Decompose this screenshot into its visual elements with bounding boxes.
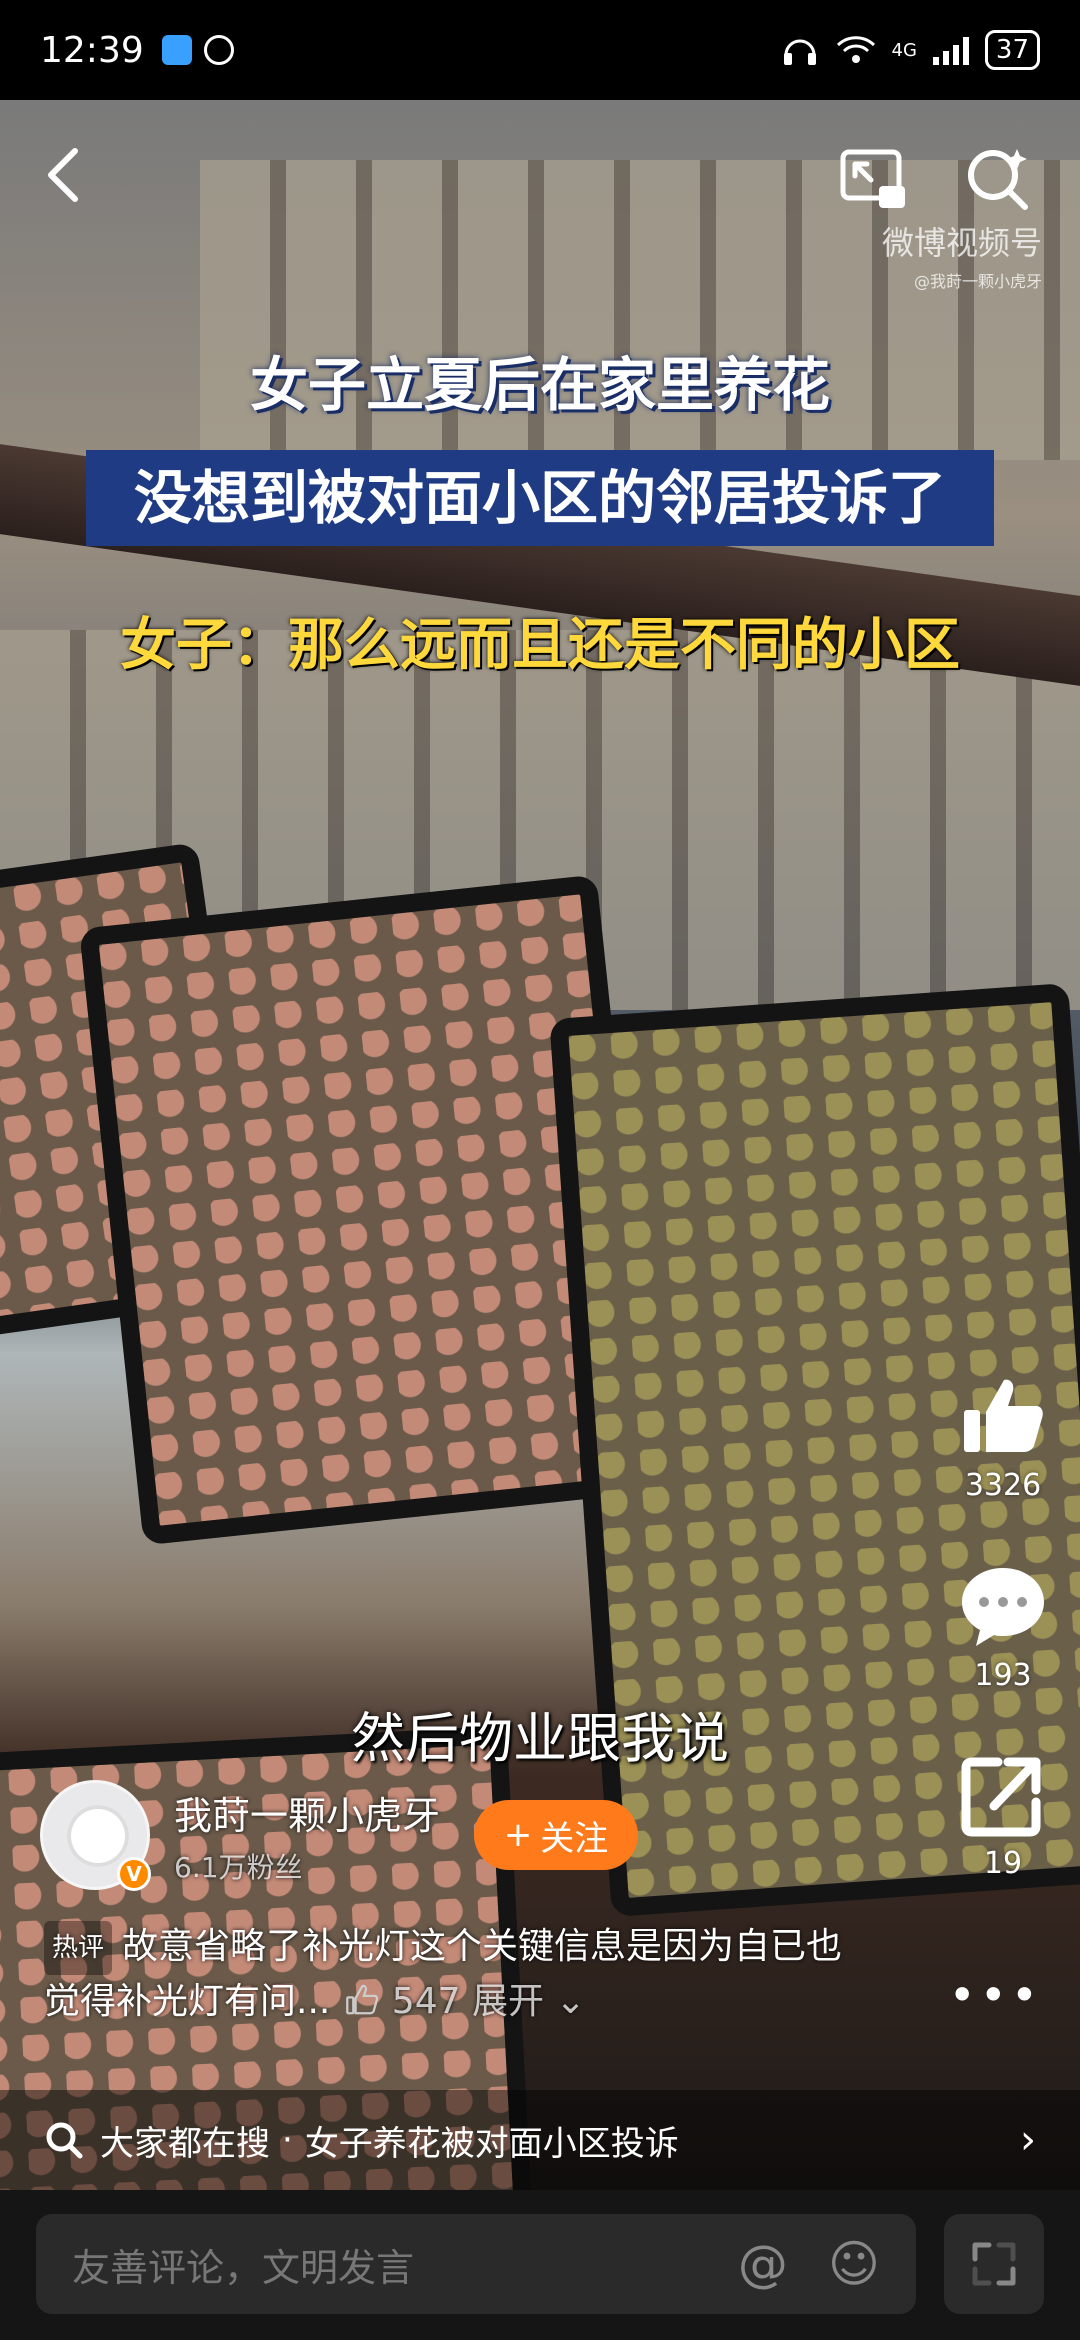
wifi-icon bbox=[836, 36, 875, 63]
like-button[interactable]: 3326 bbox=[948, 1372, 1058, 1503]
hot-comment-meta: 547 展开 ⌄ bbox=[344, 1981, 586, 2022]
emoji-icon[interactable]: ☺ bbox=[828, 2235, 880, 2293]
status-right: 4G 37 bbox=[780, 30, 1040, 70]
follow-label: 关注 bbox=[540, 1818, 609, 1859]
app-notification-icon bbox=[161, 35, 192, 65]
share-icon bbox=[961, 1757, 1041, 1837]
comment-tools: @ ☺ bbox=[738, 2235, 880, 2293]
avatar[interactable]: V bbox=[40, 1780, 151, 1891]
expand-icon bbox=[972, 2242, 1016, 2286]
battery-level: 37 bbox=[984, 30, 1040, 70]
like-count: 3326 bbox=[964, 1468, 1042, 1503]
chevron-down-icon: ⌄ bbox=[555, 1981, 586, 2022]
video-subtitle: 然后物业跟我说 bbox=[351, 1707, 729, 1770]
watermark-brand: 微博视频号 bbox=[881, 224, 1042, 262]
search-icon bbox=[968, 149, 1028, 210]
search-query: 女子养花被对面小区投诉 bbox=[304, 2123, 679, 2164]
comment-placeholder: 友善评论，文明发言 bbox=[72, 2245, 415, 2290]
hot-comment[interactable]: 热评 故意省略了补光灯这个关键信息是因为自已也觉得补光灯有问... 547 展开 … bbox=[44, 1920, 844, 2029]
mention-icon[interactable]: @ bbox=[738, 2235, 788, 2293]
like-icon bbox=[964, 1379, 1043, 1452]
verified-badge: V bbox=[117, 1857, 151, 1891]
follow-button[interactable]: + 关注 bbox=[474, 1800, 639, 1870]
comment-input[interactable]: 友善评论，文明发言 @ ☺ bbox=[36, 2214, 916, 2314]
back-icon bbox=[48, 148, 78, 202]
author-row: V 我莳一颗小虎牙 6.1万粉丝 + 关注 bbox=[40, 1780, 639, 1891]
expand-button[interactable] bbox=[944, 2214, 1044, 2314]
search-prefix: 大家都在搜 bbox=[100, 2123, 270, 2164]
more-icon: ••• bbox=[948, 1968, 1042, 2022]
signal-icon bbox=[932, 35, 969, 65]
status-time: 12:39 bbox=[40, 29, 144, 71]
watermark: 微博视频号 @我莳一颗小虎牙 bbox=[882, 218, 1042, 292]
network-type: 4G bbox=[891, 39, 917, 61]
trending-search-bar[interactable]: 大家都在搜 · 女子养花被对面小区投诉 › bbox=[0, 2090, 1080, 2190]
pip-icon bbox=[840, 149, 905, 208]
caption-line-3: 女子：那么远而且还是不同的小区 bbox=[120, 613, 960, 678]
status-bar: 12:39 4G 37 bbox=[0, 0, 1080, 100]
watermark-user: @我莳一颗小虎牙 bbox=[913, 272, 1042, 291]
bottom-bar: 友善评论，文明发言 @ ☺ bbox=[0, 2190, 1080, 2340]
hot-comment-likes: 547 bbox=[391, 1981, 461, 2022]
hot-comment-expand[interactable]: 展开 bbox=[472, 1981, 544, 2022]
share-button[interactable]: 19 bbox=[948, 1750, 1058, 1881]
hot-comment-tag: 热评 bbox=[44, 1921, 113, 1975]
author-info: 我莳一颗小虎牙 6.1万粉丝 bbox=[174, 1785, 440, 1886]
comment-count: 193 bbox=[974, 1658, 1032, 1693]
caption-line-1: 女子立夏后在家里养花 bbox=[249, 351, 830, 419]
search-icon bbox=[46, 2122, 83, 2159]
chevron-right-icon: › bbox=[1020, 2117, 1036, 2163]
comment-icon bbox=[962, 1568, 1044, 1646]
more-button[interactable]: ••• bbox=[949, 1968, 1042, 2022]
back-button[interactable] bbox=[28, 140, 98, 210]
comment-button[interactable]: 193 bbox=[948, 1562, 1058, 1693]
avatar-bear-image bbox=[67, 1805, 129, 1867]
pip-button[interactable] bbox=[834, 140, 914, 220]
author-name[interactable]: 我莳一颗小虎牙 bbox=[174, 1785, 440, 1840]
share-count: 19 bbox=[983, 1846, 1023, 1881]
headphone-icon bbox=[783, 39, 816, 65]
alarm-icon bbox=[203, 35, 234, 65]
caption-line-2: 没想到被对面小区的邻居投诉了 bbox=[86, 450, 994, 546]
thumb-up-icon bbox=[346, 1984, 379, 2015]
search-separator: · bbox=[282, 2120, 293, 2160]
author-fans: 6.1万粉丝 bbox=[174, 1850, 303, 1884]
search-button[interactable] bbox=[958, 140, 1038, 220]
status-notification-icons bbox=[161, 35, 234, 65]
plus-icon: + bbox=[503, 1815, 533, 1855]
